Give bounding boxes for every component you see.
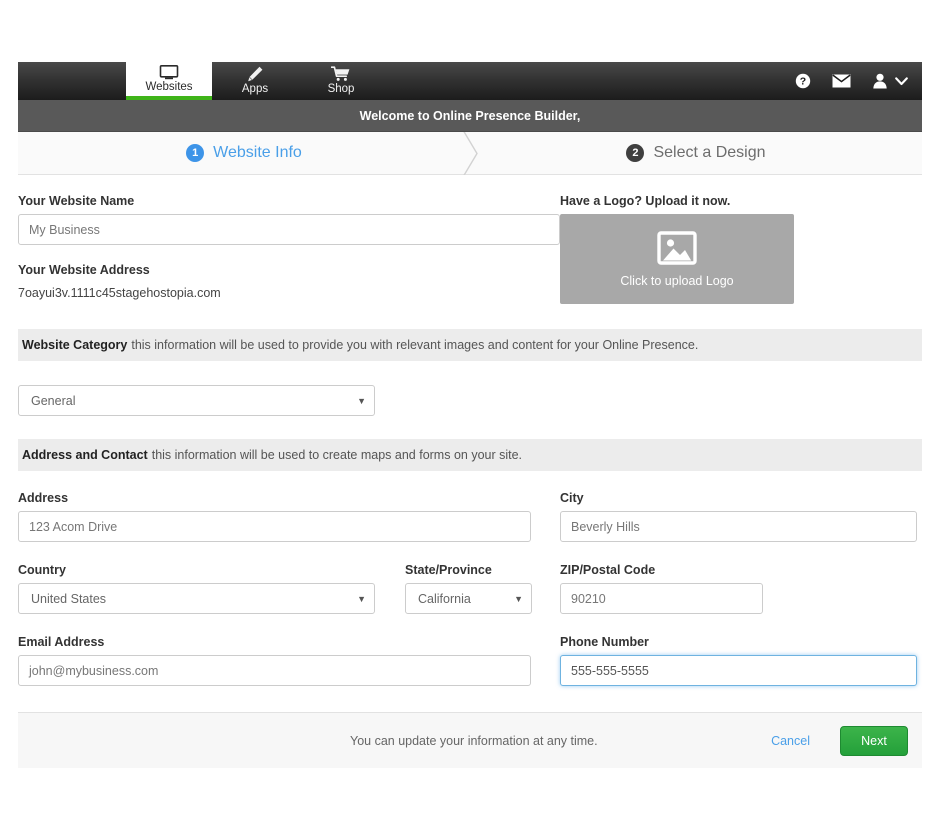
state-label: State/Province <box>405 563 492 577</box>
app-container: Websites Apps Shop ? Welcome to Online P… <box>18 62 922 768</box>
address-contact-strip: Address and Contact this information wil… <box>18 439 922 471</box>
city-field-group: City Beverly Hills <box>560 491 922 542</box>
footer-note: You can update your information at any t… <box>350 733 598 748</box>
nav-right-icons: ? <box>795 62 922 100</box>
chevron-down-icon: ▼ <box>357 593 366 604</box>
nav-tabs: Websites Apps Shop <box>126 62 384 100</box>
website-name-section: Your Website Name My Business Your Websi… <box>18 194 560 304</box>
address-label: Address <box>18 491 69 505</box>
state-value: California <box>418 591 471 606</box>
nav-tab-shop-label: Shop <box>327 82 355 95</box>
zip-field-group: ZIP/Postal Code 90210 <box>560 563 922 614</box>
state-select[interactable]: California ▼ <box>405 583 532 614</box>
zip-label: ZIP/Postal Code <box>560 563 656 577</box>
help-icon[interactable]: ? <box>795 73 811 89</box>
image-placeholder-icon <box>657 230 697 270</box>
logo-upload-button-text: Click to upload Logo <box>620 273 734 288</box>
email-value: john@mybusiness.com <box>29 663 159 678</box>
website-category-strip: Website Category this information will b… <box>18 329 922 361</box>
chevron-down-icon: ▼ <box>357 395 366 406</box>
city-label: City <box>560 491 584 505</box>
cancel-button[interactable]: Cancel <box>771 734 810 748</box>
form-body: Your Website Name My Business Your Websi… <box>18 175 922 686</box>
email-input[interactable]: john@mybusiness.com <box>18 655 531 686</box>
website-category-select[interactable]: General ▼ <box>18 385 375 416</box>
address-contact-description: this information will be used to create … <box>151 448 523 462</box>
phone-value: 555-555-5555 <box>571 663 649 678</box>
city-input[interactable]: Beverly Hills <box>560 511 917 542</box>
nav-tab-apps-label: Apps <box>241 82 269 95</box>
email-field-group: Email Address john@mybusiness.com <box>18 635 560 686</box>
chevron-down-icon[interactable] <box>895 76 908 86</box>
phone-label: Phone Number <box>560 635 649 649</box>
website-address-value: 7oayui3v.1111c45stagehostopia.com <box>18 286 221 300</box>
phone-field-group: Phone Number 555-555-5555 <box>560 635 922 686</box>
step-divider-chevron-icon <box>453 129 487 178</box>
mail-icon[interactable] <box>832 74 851 88</box>
step-website-info[interactable]: 1 Website Info <box>18 144 470 162</box>
zip-value: 90210 <box>571 591 606 606</box>
website-category-value: General <box>31 393 76 408</box>
cart-icon <box>331 65 351 82</box>
nav-tab-shop[interactable]: Shop <box>298 62 384 100</box>
user-icon[interactable] <box>872 73 888 89</box>
step-1-label: Website Info <box>213 144 302 161</box>
website-name-value: My Business <box>29 222 100 237</box>
address-value: 123 Acom Drive <box>29 519 118 534</box>
pencil-icon <box>246 66 264 82</box>
page-root: Websites Apps Shop ? Welcome to Online P… <box>0 0 939 819</box>
welcome-banner: Welcome to Online Presence Builder, <box>18 100 922 132</box>
address-contact-title: Address and Contact <box>22 448 148 462</box>
nav-tab-websites[interactable]: Websites <box>126 62 212 100</box>
website-category-title: Website Category <box>22 338 128 352</box>
logo-upload-label: Have a Logo? Upload it now. <box>560 194 731 208</box>
monitor-icon <box>159 64 179 80</box>
website-address-label: Your Website Address <box>18 263 150 277</box>
chevron-down-icon: ▼ <box>514 593 523 604</box>
logo-upload-dropzone[interactable]: Click to upload Logo <box>560 214 794 304</box>
country-select[interactable]: United States ▼ <box>18 583 375 614</box>
website-category-description: this information will be used to provide… <box>131 338 699 352</box>
step-indicator: 1 Website Info 2 Select a Design <box>18 129 922 178</box>
form-footer: You can update your information at any t… <box>18 712 922 768</box>
step-select-design[interactable]: 2 Select a Design <box>470 144 922 162</box>
phone-input[interactable]: 555-555-5555 <box>560 655 917 686</box>
logo-upload-section: Have a Logo? Upload it now. Click to upl… <box>560 194 922 304</box>
country-field-group: Country United States ▼ <box>18 563 405 614</box>
step-2-label: Select a Design <box>653 144 766 161</box>
website-name-input[interactable]: My Business <box>18 214 560 245</box>
top-navigation-bar: Websites Apps Shop ? <box>18 62 922 100</box>
address-input[interactable]: 123 Acom Drive <box>18 511 531 542</box>
country-label: Country <box>18 563 66 577</box>
svg-text:?: ? <box>800 76 806 88</box>
nav-tab-websites-label: Websites <box>145 80 193 93</box>
nav-tab-apps[interactable]: Apps <box>212 62 298 100</box>
state-field-group: State/Province California ▼ <box>405 563 560 614</box>
step-2-badge: 2 <box>626 144 645 162</box>
city-value: Beverly Hills <box>571 519 640 534</box>
zip-input[interactable]: 90210 <box>560 583 763 614</box>
next-button[interactable]: Next <box>840 725 908 756</box>
step-1-badge: 1 <box>186 144 205 162</box>
email-label: Email Address <box>18 635 105 649</box>
website-name-label: Your Website Name <box>18 194 135 208</box>
address-field-group: Address 123 Acom Drive <box>18 491 560 542</box>
country-value: United States <box>31 591 107 606</box>
